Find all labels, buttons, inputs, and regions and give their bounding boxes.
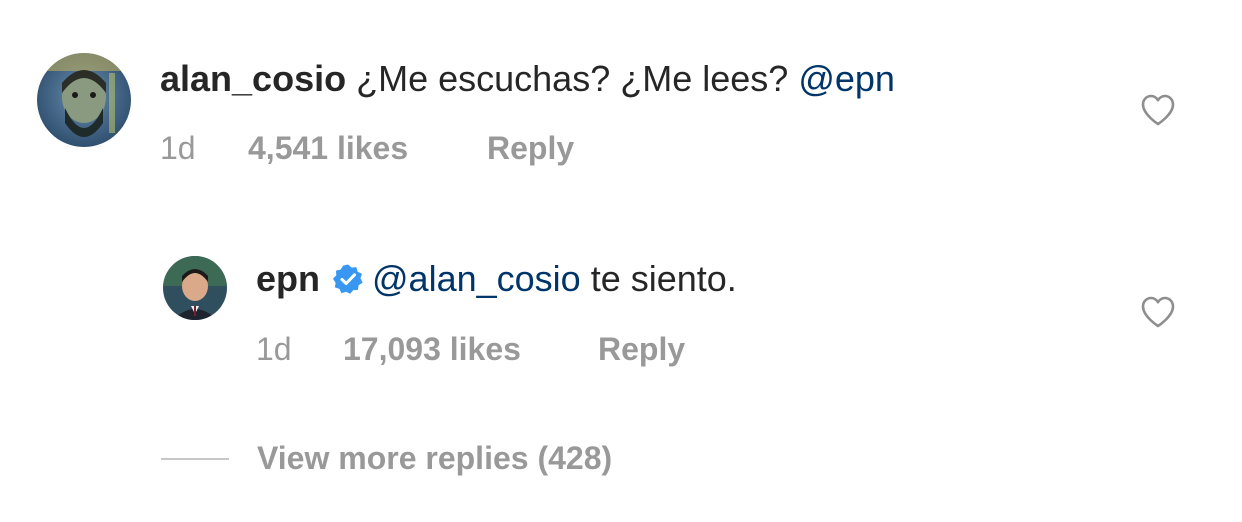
reply-reply-button[interactable]: Reply [598,329,685,369]
reply-username[interactable]: epn [256,258,320,299]
reply-text-line: epn @alan_cosio te siento. [256,257,737,301]
reply-mention[interactable]: @alan_cosio [372,258,581,299]
comment-time: 1d [160,130,196,166]
comment-meta: 1d 4,541 likes Reply [160,128,660,168]
view-more-replies-button[interactable]: View more replies (428) [257,438,612,478]
comment-likes[interactable]: 4,541 likes [248,128,408,168]
comment-body: ¿Me escuchas? ¿Me lees? [356,58,789,99]
comment-reply-button[interactable]: Reply [487,128,574,168]
reply-avatar[interactable] [163,256,227,320]
user-avatar-icon [163,256,227,320]
verified-badge-icon [333,264,363,294]
view-more-divider [161,458,229,460]
reply-body: te siento. [590,258,737,299]
heart-outline-icon[interactable] [1140,93,1176,127]
reply-meta: 1d 17,093 likes Reply [256,329,756,369]
reply-likes[interactable]: 17,093 likes [343,329,521,369]
user-avatar-icon [37,53,131,147]
heart-outline-icon[interactable] [1140,295,1176,329]
comment-avatar[interactable] [37,53,131,147]
comment-text-line: alan_cosio ¿Me escuchas? ¿Me lees? @epn [160,57,895,101]
comment-username[interactable]: alan_cosio [160,58,346,99]
comment-mention[interactable]: @epn [798,58,895,99]
reply-time: 1d [256,331,292,367]
